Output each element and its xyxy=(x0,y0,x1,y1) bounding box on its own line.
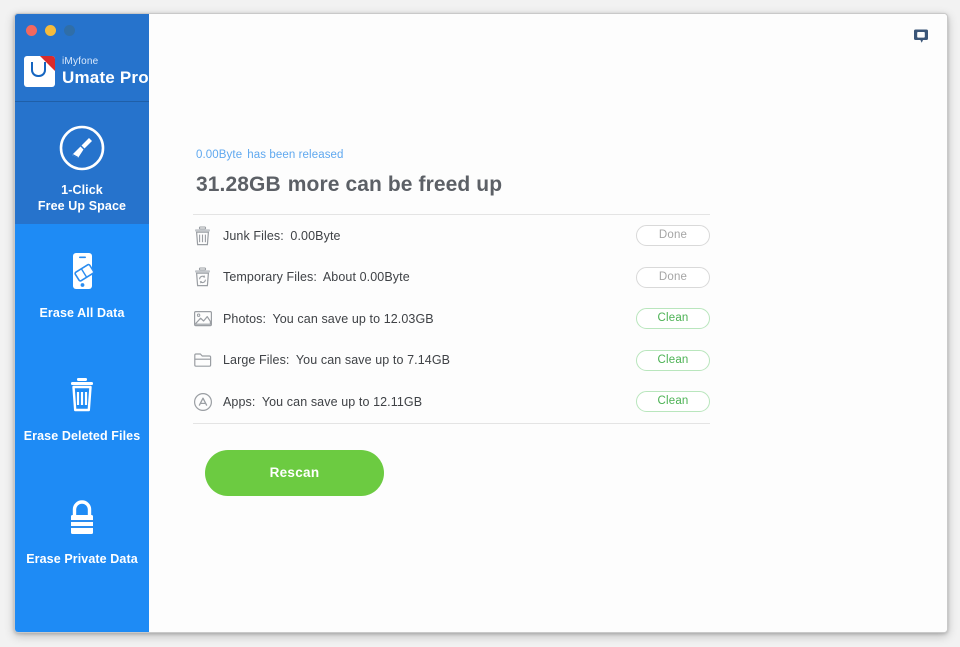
list-item-label: Temporary Files: xyxy=(223,270,317,285)
list-item: Photos: You can save up to 12.03GB Clean xyxy=(193,298,710,340)
released-text: has been released xyxy=(247,149,344,161)
sidebar-item-1-click-free-up-space[interactable]: 1-Click Free Up Space xyxy=(15,101,149,224)
list-item-value: You can save up to 12.03GB xyxy=(272,311,434,326)
list-item-text: Photos: You can save up to 12.03GB xyxy=(223,312,636,326)
lock-icon xyxy=(60,492,104,542)
sidebar-item-label: Erase Deleted Files xyxy=(23,429,141,443)
rescan-button[interactable]: Rescan xyxy=(205,449,384,496)
appstore-icon xyxy=(193,392,223,412)
umate-logo-icon xyxy=(24,56,55,87)
sidebar: iMyfone Umate Pro 1-Click Free Up Space xyxy=(15,14,149,632)
photo-icon xyxy=(193,310,223,328)
zoom-button[interactable] xyxy=(64,25,75,36)
list-item-value: About 0.00Byte xyxy=(322,270,410,285)
row-action-button[interactable]: Clean xyxy=(636,349,710,371)
list-item-text: Large Files: You can save up to 7.14GB xyxy=(223,353,636,367)
folder-icon xyxy=(193,351,223,369)
main-content: 0.00Byte has been released 31.28GB more ca… xyxy=(149,14,947,632)
list-item: Temporary Files: About 0.00Byte Done xyxy=(193,257,710,299)
brand-title: Umate Pro xyxy=(62,68,149,87)
list-item-label: Photos: xyxy=(223,311,267,326)
feedback-bubble-icon[interactable] xyxy=(912,27,930,45)
row-action-button[interactable]: Clean xyxy=(636,308,710,330)
brand: iMyfone Umate Pro xyxy=(24,56,149,87)
sidebar-item-label: Erase Private Data xyxy=(26,552,138,566)
sidebar-item-erase-private-data[interactable]: Erase Private Data xyxy=(15,470,149,593)
sidebar-item-label: Erase All Data xyxy=(39,306,125,320)
row-action-button[interactable]: Done xyxy=(636,225,710,247)
app-window: iMyfone Umate Pro 1-Click Free Up Space xyxy=(14,13,948,633)
trash-icon xyxy=(193,226,223,246)
page-title: 31.28GB more can be freed up xyxy=(196,173,710,197)
sidebar-item-erase-all-data[interactable]: Erase All Data xyxy=(15,224,149,347)
row-action-button[interactable]: Clean xyxy=(636,391,710,413)
divider-bottom xyxy=(193,422,710,424)
trash-icon xyxy=(60,369,104,419)
list-item-text: Junk Files: 0.00Byte xyxy=(223,229,636,243)
trash-recycle-icon xyxy=(193,267,223,287)
list-item-text: Apps: You can save up to 12.11GB xyxy=(223,395,636,409)
released-amount: 0.00Byte xyxy=(196,149,243,161)
freeable-text: more can be freed up xyxy=(287,173,503,196)
list-item-label: Junk Files: xyxy=(223,228,284,243)
broom-circle-icon xyxy=(58,123,106,173)
list-item-label: Large Files: xyxy=(223,353,290,368)
list-item-value: You can save up to 12.11GB xyxy=(261,394,423,409)
list-item-value: You can save up to 7.14GB xyxy=(295,353,451,368)
list-item-text: Temporary Files: About 0.00Byte xyxy=(223,270,636,284)
cleanup-list: Junk Files: 0.00Byte Done Temporary File… xyxy=(193,215,710,423)
list-item-value: 0.00Byte xyxy=(290,228,341,243)
window-traffic-lights xyxy=(26,25,75,36)
released-status: 0.00Byte has been released xyxy=(196,149,710,161)
list-item: Junk Files: 0.00Byte Done xyxy=(193,215,710,257)
sidebar-header: iMyfone Umate Pro xyxy=(15,14,149,101)
row-action-button[interactable]: Done xyxy=(636,266,710,288)
list-item-label: Apps: xyxy=(223,394,256,409)
sidebar-item-label: 1-Click Free Up Space xyxy=(37,183,127,213)
minimize-button[interactable] xyxy=(45,25,56,36)
phone-erase-icon xyxy=(60,246,104,296)
close-button[interactable] xyxy=(26,25,37,36)
brand-subtitle: iMyfone xyxy=(62,56,99,67)
rescan-area: Rescan xyxy=(193,449,710,496)
list-item: Large Files: You can save up to 7.14GB C… xyxy=(193,340,710,382)
list-item: Apps: You can save up to 12.11GB Clean xyxy=(193,381,710,423)
freeable-amount: 31.28GB xyxy=(196,173,281,196)
sidebar-item-erase-deleted-files[interactable]: Erase Deleted Files xyxy=(15,347,149,470)
